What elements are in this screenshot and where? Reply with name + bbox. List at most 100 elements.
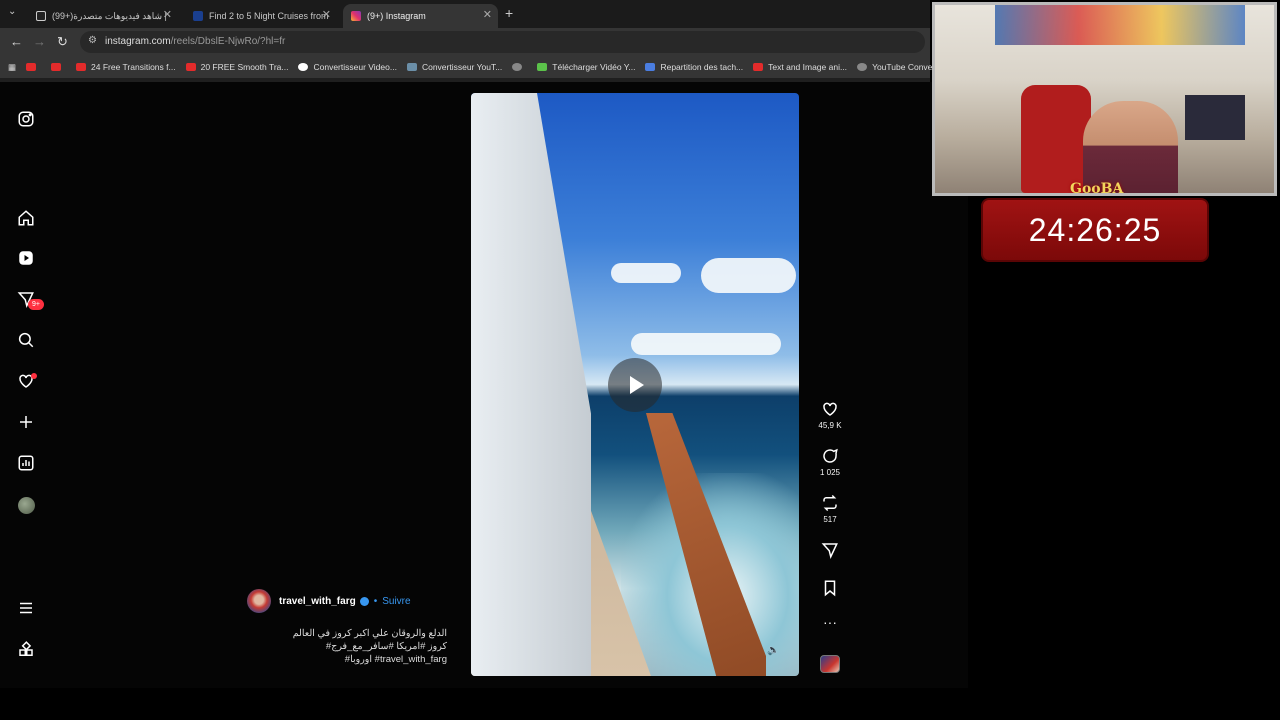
reels-icon[interactable]	[16, 248, 36, 268]
repost-icon	[823, 494, 837, 512]
bookmark-label: Repartition des tach...	[660, 62, 744, 72]
reel-video[interactable]: 🔈	[471, 93, 799, 676]
repost-button[interactable]: 517	[816, 494, 844, 524]
bookmark-item[interactable]: Convertisseur YouT...	[406, 62, 503, 72]
cloud	[701, 258, 796, 293]
tab-label: (99+)شاهد فيديوهات متصدرة |	[52, 10, 167, 21]
youtube-icon	[51, 63, 62, 71]
messages-badge: 9+	[28, 299, 44, 310]
bookmark-label: Text and Image ani...	[768, 62, 848, 72]
url-path: /reels/DbslE-NjwRo/?hl=fr	[170, 36, 286, 47]
address-bar[interactable]: ⚙ instagram.com/reels/DbslE-NjwRo/?hl=fr	[80, 31, 925, 53]
bookmark-label: 20 FREE Smooth Tra...	[200, 62, 289, 72]
home-icon[interactable]	[16, 208, 36, 228]
bookmark-label: Convertisseur YouT...	[421, 62, 503, 72]
caption-hashtags: #اوروبا #travel_with_farg	[344, 654, 447, 665]
close-icon[interactable]: ✕	[163, 8, 172, 21]
youtube-icon	[753, 63, 764, 71]
bookmark-item[interactable]: Text and Image ani...	[753, 62, 847, 72]
separator-dot: •	[373, 595, 378, 607]
menu-icon[interactable]	[16, 598, 36, 618]
comment-count: 1 025	[819, 468, 841, 477]
audio-thumbnail[interactable]	[820, 655, 840, 673]
reel-author: travel_with_farg • Suivre	[247, 589, 411, 613]
cruise-icon	[193, 11, 203, 21]
site-icon	[406, 63, 417, 71]
repost-count: 517	[823, 515, 837, 524]
send-icon	[821, 543, 838, 559]
share-button[interactable]	[816, 541, 844, 562]
countdown-timer: 24:26:25	[981, 198, 1209, 262]
bookmark-icon	[824, 580, 836, 597]
close-icon[interactable]: ✕	[483, 8, 492, 21]
site-info-icon[interactable]: ⚙	[88, 35, 97, 46]
close-icon[interactable]: ✕	[322, 8, 331, 21]
volume-icon[interactable]: 🔈	[767, 645, 779, 656]
back-button[interactable]: ←	[10, 34, 23, 49]
bookmark-item[interactable]: Télécharger Vidéo Y...	[537, 62, 635, 72]
author-name[interactable]: travel_with_farg	[279, 596, 356, 607]
url-text: instagram.com/reels/DbslE-NjwRo/?hl=fr	[105, 36, 285, 47]
tab-label: (9+) Instagram	[367, 11, 426, 21]
docs-icon	[645, 63, 656, 71]
instagram-icon	[351, 11, 361, 21]
room-monitor	[1185, 95, 1245, 140]
like-button[interactable]: 45,9 K	[816, 400, 844, 430]
tab-instagram[interactable]: (9+) Instagram ✕	[343, 4, 498, 28]
bookmark-item[interactable]	[26, 63, 41, 71]
tab-search-icon[interactable]: ⌄	[8, 6, 16, 17]
bookmark-item[interactable]: 24 Free Transitions f...	[76, 62, 176, 72]
globe-icon	[857, 63, 868, 71]
google-icon	[298, 63, 309, 71]
gaming-chair	[1021, 85, 1091, 193]
room-ceiling-decor	[995, 5, 1245, 45]
tiktok-icon	[36, 11, 46, 21]
notification-dot	[31, 373, 37, 379]
caption-line: الدلع والروقان علي اكبر كروز في العالم	[292, 628, 447, 639]
cloud	[611, 263, 681, 283]
instagram-logo-icon[interactable]	[16, 109, 36, 129]
more-options-button[interactable]: ···	[816, 614, 844, 630]
verified-badge-icon	[359, 596, 369, 606]
ship-hull	[471, 93, 591, 676]
heart-icon	[823, 402, 837, 416]
youtube-icon	[26, 63, 37, 71]
reel-caption[interactable]: الدلع والروقان علي اكبر كروز في العالم #…	[247, 627, 447, 666]
save-button[interactable]	[816, 579, 844, 600]
bookmarks-bar: ▦ 24 Free Transitions f... 20 FREE Smoot…	[0, 56, 952, 78]
create-icon[interactable]	[16, 412, 36, 432]
webcam-overlay: GooBA	[932, 2, 1277, 196]
more-icon: ···	[823, 614, 837, 630]
instagram-page: 9+ 🔈 45,9 K 1 025 517 ··· travel_with_fa…	[0, 82, 968, 688]
tab-label: Find 2 to 5 Night Cruises from	[209, 11, 329, 21]
forward-button[interactable]: →	[33, 34, 46, 49]
cloud	[631, 333, 781, 355]
search-icon[interactable]	[16, 330, 36, 350]
browser-window: ⌄ (99+)شاهد فيديوهات متصدرة | ✕ Find 2 t…	[0, 0, 952, 82]
bookmark-item[interactable]: 20 FREE Smooth Tra...	[185, 62, 289, 72]
bookmark-item[interactable]	[512, 63, 527, 71]
download-icon	[537, 63, 548, 71]
author-avatar[interactable]	[247, 589, 271, 613]
caption-hashtags: #كروز #امريكا #سافر_مع_فرج	[325, 641, 447, 652]
tab-tiktok[interactable]: (99+)شاهد فيديوهات متصدرة | ✕	[28, 4, 178, 28]
youtube-icon	[76, 63, 87, 71]
apps-icon[interactable]: ▦	[8, 62, 16, 73]
play-button[interactable]	[608, 358, 662, 412]
bookmark-item[interactable]: Convertisseur Video...	[298, 62, 397, 72]
comment-button[interactable]: 1 025	[816, 447, 844, 477]
bookmark-item[interactable]: Repartition des tach...	[645, 62, 743, 72]
reload-button[interactable]: ↻	[57, 34, 68, 50]
profile-avatar[interactable]	[18, 497, 35, 514]
bookmark-label: Télécharger Vidéo Y...	[552, 62, 636, 72]
new-tab-button[interactable]: +	[505, 5, 513, 21]
follow-button[interactable]: Suivre	[382, 596, 410, 607]
youtube-icon	[185, 63, 196, 71]
tab-strip: ⌄ (99+)شاهد فيديوهات متصدرة | ✕ Find 2 t…	[0, 0, 930, 28]
more-apps-icon[interactable]	[16, 640, 36, 660]
dashboard-icon[interactable]	[16, 453, 36, 473]
like-count: 45,9 K	[818, 421, 842, 430]
navigation-bar: ← → ↻ ⚙ instagram.com/reels/DbslE-NjwRo/…	[0, 28, 930, 56]
bookmark-item[interactable]	[51, 63, 66, 71]
tab-cruises[interactable]: Find 2 to 5 Night Cruises from ✕	[185, 4, 337, 28]
